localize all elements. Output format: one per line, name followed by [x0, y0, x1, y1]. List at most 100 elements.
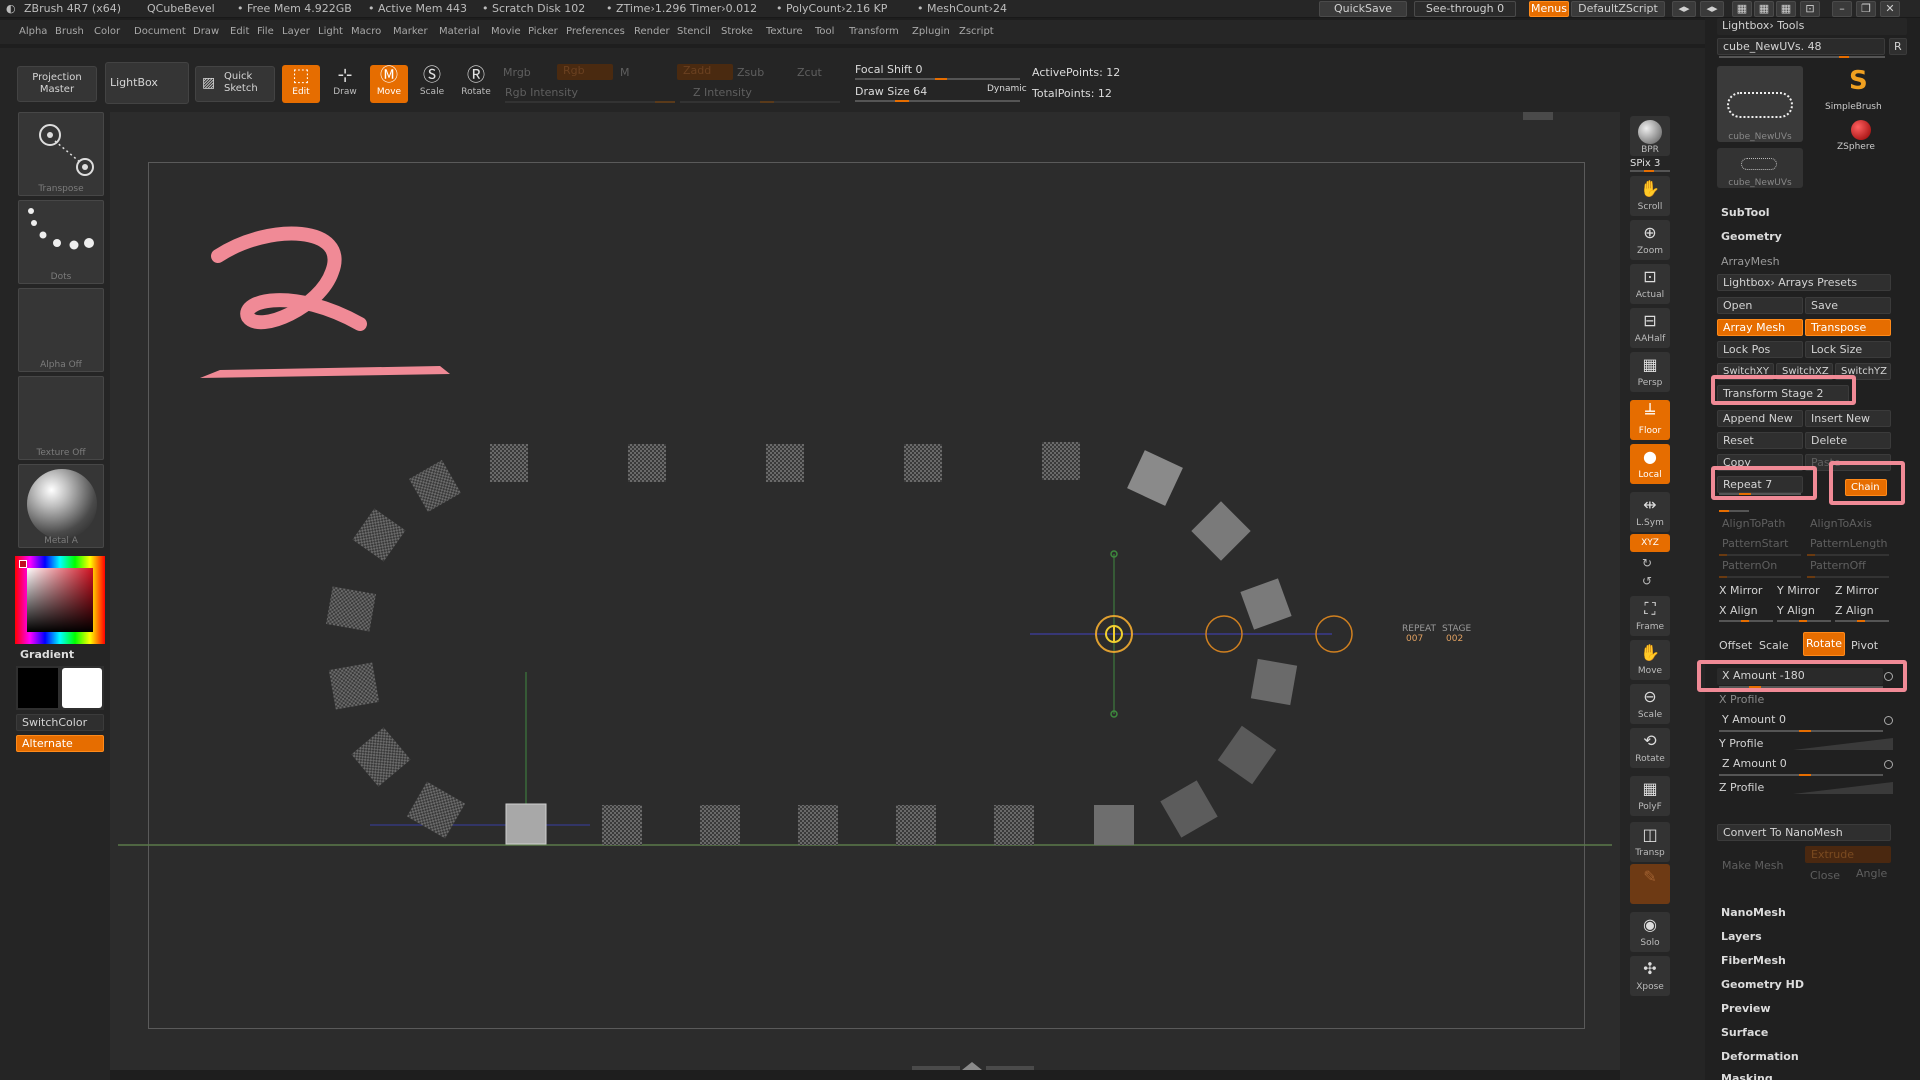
- actual-button[interactable]: ⊡ Actual: [1630, 264, 1670, 304]
- geometry-section[interactable]: Geometry: [1721, 230, 1782, 243]
- draw-button[interactable]: ⊹ Draw: [326, 65, 364, 103]
- subtool-section[interactable]: SubTool: [1721, 206, 1770, 219]
- menu-zplugin[interactable]: Zplugin: [912, 26, 950, 37]
- projection-master-button[interactable]: Projection Master: [17, 66, 97, 102]
- x-mirror-toggle[interactable]: X Mirror: [1719, 584, 1762, 597]
- minimize-icon[interactable]: –: [1832, 1, 1852, 17]
- patternstart-slider[interactable]: PatternStart: [1717, 536, 1803, 553]
- focal-shift-slider[interactable]: [855, 78, 1020, 80]
- menu-material[interactable]: Material: [439, 26, 480, 37]
- gradient-label[interactable]: Gradient: [20, 648, 74, 661]
- menu-document[interactable]: Document: [134, 26, 186, 37]
- zcut-button[interactable]: Zcut: [797, 66, 822, 79]
- scale-view-button[interactable]: ⊖ Scale: [1630, 684, 1670, 724]
- y-amount-reset-icon[interactable]: [1884, 716, 1893, 725]
- current-tool-name[interactable]: cube_NewUVs. 48: [1717, 38, 1885, 55]
- surface-section[interactable]: Surface: [1721, 1026, 1768, 1039]
- mrgb-button[interactable]: Mrgb: [503, 66, 531, 79]
- menu-stroke[interactable]: Stroke: [721, 26, 753, 37]
- rotate-view-button[interactable]: ⟲ Rotate: [1630, 728, 1670, 768]
- quicksave-button[interactable]: QuickSave: [1319, 1, 1407, 17]
- alpha-thumb[interactable]: Alpha Off: [18, 288, 104, 372]
- dynamic-toggle[interactable]: Dynamic: [987, 84, 1027, 94]
- default-zscript-button[interactable]: DefaultZScript: [1571, 1, 1665, 17]
- append-new-button[interactable]: Append New: [1717, 410, 1803, 427]
- color-swatches[interactable]: [16, 666, 104, 710]
- xyz-button[interactable]: XYZ: [1630, 534, 1670, 552]
- lsym-button[interactable]: ⇹ L.Sym: [1630, 492, 1670, 532]
- menus-button[interactable]: Menus: [1529, 1, 1569, 17]
- geometry-hd-section[interactable]: Geometry HD: [1721, 978, 1804, 991]
- persp-button[interactable]: ▦ Persp: [1630, 352, 1670, 392]
- tool-count-slider[interactable]: [1719, 56, 1885, 58]
- simplebrush-thumb[interactable]: S SimpleBrush: [1811, 66, 1907, 116]
- menu-color[interactable]: Color: [94, 26, 120, 37]
- menu-file[interactable]: File: [257, 26, 274, 37]
- bpr-button[interactable]: BPR: [1630, 116, 1670, 156]
- reset-button[interactable]: Reset: [1717, 432, 1803, 449]
- z-amount-reset-icon[interactable]: [1884, 760, 1893, 769]
- polyf-button[interactable]: ▦ PolyF: [1630, 776, 1670, 816]
- lock-pos-button[interactable]: Lock Pos: [1717, 341, 1803, 358]
- zsub-button[interactable]: Zsub: [737, 66, 764, 79]
- scale-tab[interactable]: Scale: [1759, 639, 1789, 652]
- fibermesh-section[interactable]: FiberMesh: [1721, 954, 1786, 967]
- spix-slider[interactable]: [1630, 170, 1670, 172]
- rotate-button[interactable]: Ⓡ Rotate: [457, 65, 495, 103]
- menu-alpha[interactable]: Alpha: [19, 26, 47, 37]
- menu-marker[interactable]: Marker: [393, 26, 428, 37]
- aligntoaxis-button[interactable]: AlignToAxis: [1805, 516, 1891, 533]
- transp-button[interactable]: ◫ Transp: [1630, 822, 1670, 862]
- menu-texture[interactable]: Texture: [766, 26, 803, 37]
- m-button[interactable]: M: [620, 66, 630, 79]
- save-button[interactable]: Save: [1805, 297, 1891, 314]
- rotate-tab[interactable]: Rotate: [1803, 632, 1845, 656]
- zadd-button[interactable]: Zadd: [677, 64, 733, 80]
- patternlength-slider[interactable]: PatternLength: [1805, 536, 1891, 553]
- array-mesh-cubes[interactable]: [326, 442, 1298, 845]
- nanomesh-section[interactable]: NanoMesh: [1721, 906, 1786, 919]
- tool-thumb-2[interactable]: cube_NewUVs: [1717, 148, 1803, 188]
- xpose-button[interactable]: ✣ Xpose: [1630, 956, 1670, 996]
- draw-size-slider[interactable]: [855, 100, 1020, 102]
- rotate-z-icon[interactable]: ↺: [1642, 574, 1652, 588]
- spix-setting[interactable]: SPix 3: [1630, 158, 1660, 169]
- angle-slider[interactable]: Angle: [1851, 866, 1891, 883]
- z-profile-curve[interactable]: Z Profile: [1719, 781, 1764, 794]
- close-button[interactable]: Close: [1805, 868, 1845, 885]
- scroll-button[interactable]: ✋ Scroll: [1630, 176, 1670, 216]
- aligntopath-button[interactable]: AlignToPath: [1717, 516, 1803, 533]
- menu-stencil[interactable]: Stencil: [677, 26, 711, 37]
- lightbox-button[interactable]: LightBox: [105, 62, 189, 104]
- menu-layer[interactable]: Layer: [282, 26, 310, 37]
- rgb-intensity-slider[interactable]: [505, 101, 675, 103]
- edit-button[interactable]: ⬚ Edit: [282, 65, 320, 103]
- z-align-slider[interactable]: Z Align: [1835, 604, 1874, 617]
- canvas-bottom-arrow-icon[interactable]: [962, 1062, 982, 1070]
- x-profile-curve[interactable]: X Profile: [1719, 693, 1764, 706]
- transpose-brush-thumb[interactable]: Transpose: [18, 112, 104, 196]
- menu-render[interactable]: Render: [634, 26, 670, 37]
- masking-section[interactable]: Masking: [1721, 1072, 1773, 1080]
- see-through-slider[interactable]: See-through 0: [1414, 1, 1516, 17]
- deformation-section[interactable]: Deformation: [1721, 1050, 1799, 1063]
- move-view-button[interactable]: ✋ Move: [1630, 640, 1670, 680]
- palette-icon[interactable]: ▦: [1732, 1, 1752, 17]
- y-profile-curve[interactable]: Y Profile: [1719, 737, 1763, 750]
- palette-3-icon[interactable]: ▦: [1776, 1, 1796, 17]
- ghost-button[interactable]: ✎: [1630, 864, 1670, 904]
- maximize-icon[interactable]: ❐: [1856, 1, 1876, 17]
- preview-section[interactable]: Preview: [1721, 1002, 1771, 1015]
- zsphere-thumb[interactable]: ZSphere: [1811, 114, 1907, 158]
- menu-preferences[interactable]: Preferences: [566, 26, 625, 37]
- transpose-button[interactable]: Transpose: [1805, 319, 1891, 336]
- patternon-slider[interactable]: PatternOn: [1717, 558, 1803, 575]
- menu-brush[interactable]: Brush: [55, 26, 84, 37]
- texture-thumb[interactable]: Texture Off: [18, 376, 104, 460]
- offset-tab[interactable]: Offset: [1719, 639, 1752, 652]
- menu-zscript[interactable]: Zscript: [959, 26, 994, 37]
- close-icon[interactable]: ✕: [1880, 1, 1900, 17]
- lock-size-button[interactable]: Lock Size: [1805, 341, 1891, 358]
- z-amount-slider[interactable]: Z Amount 0: [1717, 756, 1883, 773]
- convert-to-nanomesh-button[interactable]: Convert To NanoMesh: [1717, 824, 1891, 841]
